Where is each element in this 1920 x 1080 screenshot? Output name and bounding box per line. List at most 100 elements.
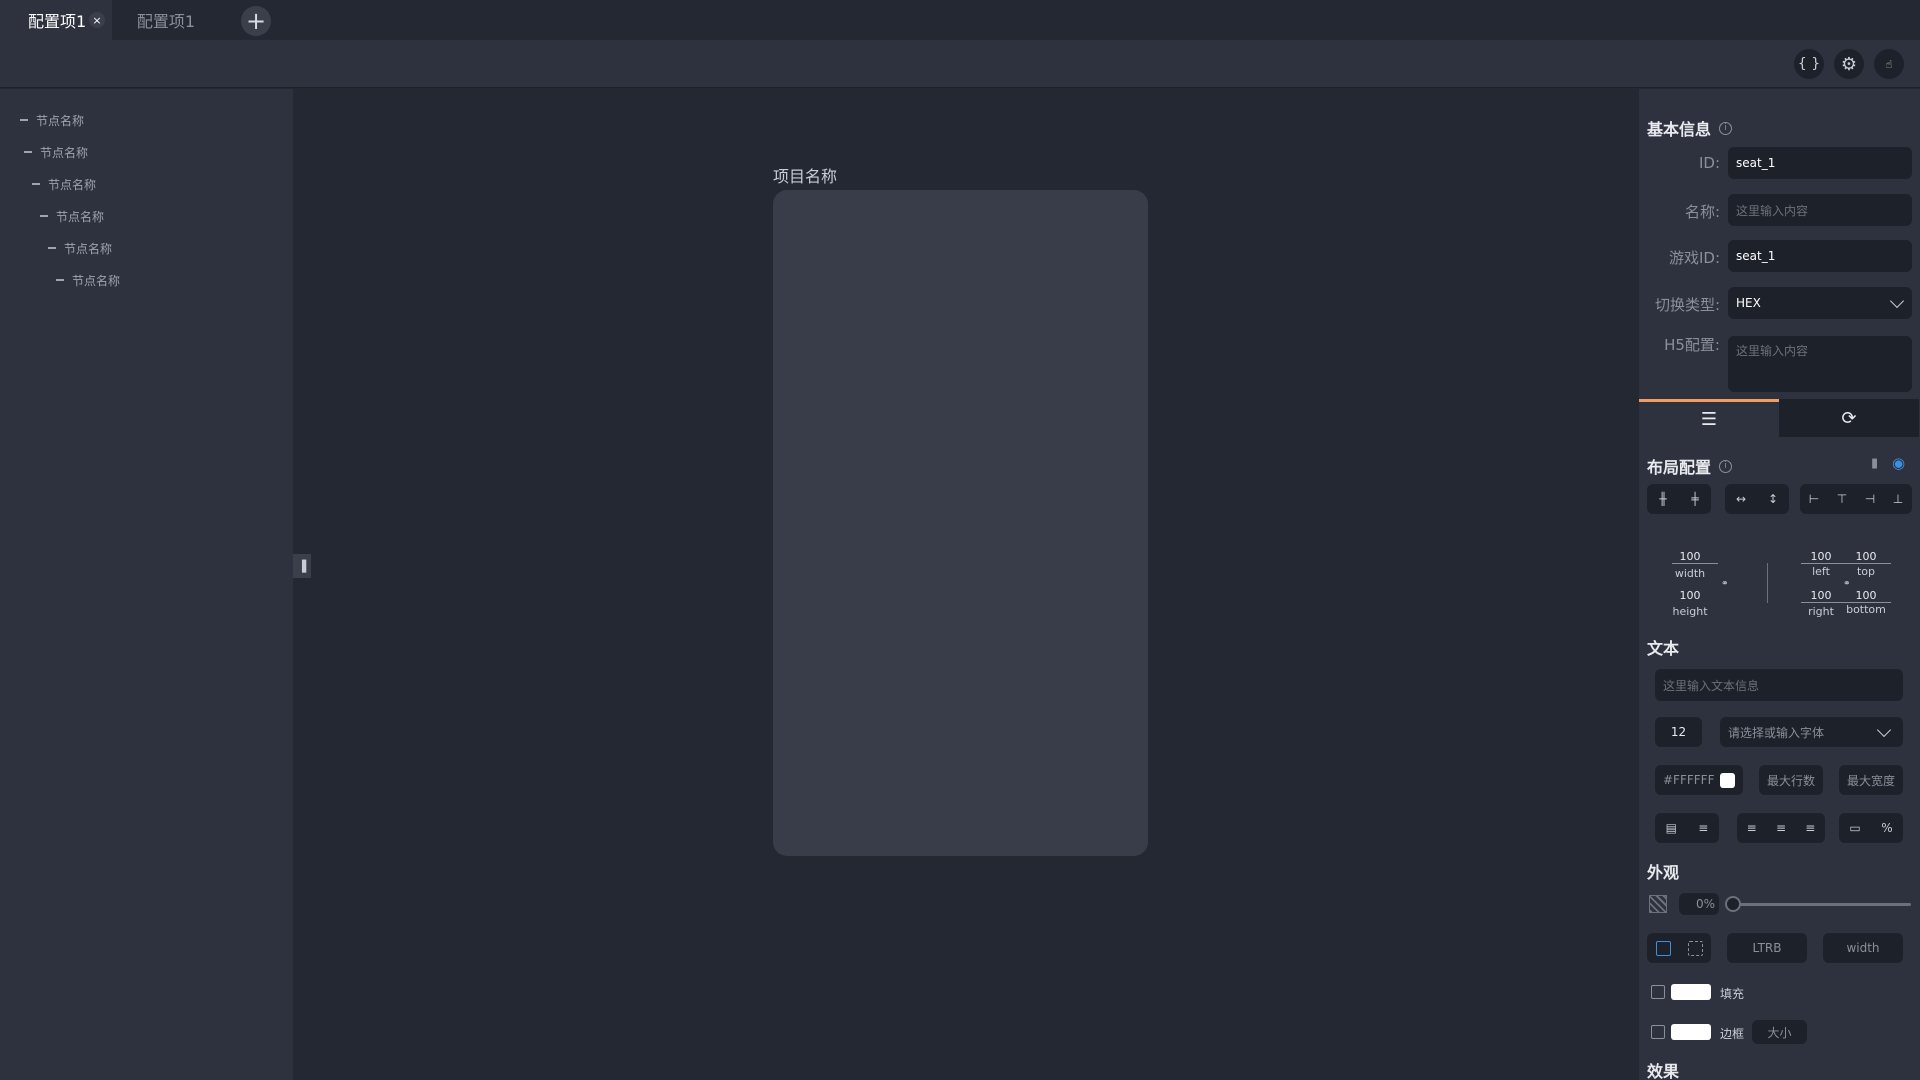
collapse-icon[interactable] xyxy=(32,183,40,185)
panel-toggle-handle[interactable]: ▐ xyxy=(293,554,311,578)
toolbar: { } ⚙ ☝ xyxy=(0,40,1920,88)
height-value[interactable]: 100 xyxy=(1670,589,1710,602)
left-value[interactable]: 100 xyxy=(1801,550,1841,563)
text-format-icon[interactable]: ≡ xyxy=(1698,821,1708,835)
fill-color-swatch[interactable] xyxy=(1671,984,1711,1000)
tree-node[interactable]: 节点名称 xyxy=(20,111,84,129)
link-icon[interactable]: ⚭ xyxy=(1843,579,1851,589)
auto-height-icon[interactable]: ↕ xyxy=(1768,492,1778,506)
color-swatch[interactable] xyxy=(1720,773,1735,788)
game-id-field[interactable]: seat_1 xyxy=(1728,240,1912,272)
opacity-slider-handle[interactable] xyxy=(1725,896,1741,912)
code-view-button[interactable]: { } xyxy=(1794,49,1824,79)
tab-label: 配置项1 xyxy=(136,12,196,31)
text-style-group: ▤ ≡ xyxy=(1655,813,1719,843)
opacity-slider-track[interactable] xyxy=(1727,903,1911,906)
mouse-icon[interactable]: ▮ xyxy=(1871,456,1878,471)
tree-node[interactable]: 节点名称 xyxy=(24,143,88,161)
align-right-text-icon[interactable]: ≡ xyxy=(1805,821,1815,835)
eye-icon[interactable]: ◉ xyxy=(1892,454,1905,472)
font-family-select[interactable]: 请选择或输入字体 xyxy=(1720,717,1903,747)
align-bottom-icon[interactable]: ⊥ xyxy=(1893,492,1903,506)
canvas-frame[interactable] xyxy=(773,190,1148,856)
align-center-horizontal-icon[interactable]: ╪ xyxy=(1691,492,1698,506)
align-top-icon[interactable]: ⊤ xyxy=(1837,492,1847,506)
name-field[interactable]: 这里输入内容 xyxy=(1728,194,1912,226)
decimal-format-icon[interactable]: % xyxy=(1881,821,1892,835)
max-width-field[interactable]: 最大宽度 xyxy=(1839,765,1903,795)
settings-button[interactable]: ⚙ xyxy=(1834,49,1864,79)
panel-tabs: ☰ ⟳ xyxy=(1639,399,1920,437)
text-content-field[interactable]: 这里输入文本信息 xyxy=(1655,669,1903,701)
font-size-field[interactable]: 12 xyxy=(1655,717,1702,747)
h5-config-label: H5配置: xyxy=(1664,336,1720,354)
tree-node[interactable]: 节点名称 xyxy=(48,239,112,257)
info-icon[interactable]: i xyxy=(1719,459,1733,473)
border-mode-group xyxy=(1647,933,1711,963)
number-format-group: ▭ % xyxy=(1839,813,1903,843)
link-icon[interactable]: ⚭ xyxy=(1721,579,1729,589)
divider-line xyxy=(1672,563,1718,564)
collapse-icon[interactable] xyxy=(20,119,28,121)
switch-type-select[interactable]: HEX xyxy=(1728,287,1912,319)
tree-node-label: 节点名称 xyxy=(64,241,113,256)
tab-style[interactable]: ☰ xyxy=(1639,399,1779,437)
ltrb-button[interactable]: LTRB xyxy=(1727,933,1807,963)
info-icon[interactable]: i xyxy=(1719,121,1733,135)
collapse-icon[interactable] xyxy=(56,279,64,281)
tree-node-label: 节点名称 xyxy=(48,177,97,192)
text-color-value: #FFFFFF xyxy=(1663,773,1715,787)
id-label: ID: xyxy=(1698,154,1720,172)
border-solid-icon[interactable] xyxy=(1655,940,1671,956)
close-icon[interactable]: × xyxy=(89,12,105,28)
left-label: left xyxy=(1812,565,1830,578)
border-size-field[interactable]: 大小 xyxy=(1752,1020,1807,1044)
max-lines-field[interactable]: 最大行数 xyxy=(1759,765,1823,795)
align-left-icon[interactable]: ⊢ xyxy=(1809,492,1819,506)
h5-config-field[interactable]: 这里输入内容 xyxy=(1728,336,1912,392)
align-center-text-icon[interactable]: ≡ xyxy=(1776,821,1786,835)
section-title-text: 外观 xyxy=(1647,863,1680,882)
section-title-text: 布局配置 xyxy=(1647,458,1712,477)
right-value[interactable]: 100 xyxy=(1801,589,1841,602)
border-color-swatch[interactable] xyxy=(1671,1024,1711,1040)
collapse-icon[interactable] xyxy=(40,215,48,217)
align-center-vertical-icon[interactable]: ╫ xyxy=(1659,492,1666,506)
align-left-text-icon[interactable]: ≡ xyxy=(1747,821,1757,835)
add-tab-button[interactable]: + xyxy=(241,6,271,36)
collapse-icon[interactable] xyxy=(48,247,56,249)
tab-sync[interactable]: ⟳ xyxy=(1779,399,1919,437)
id-field[interactable]: seat_1 xyxy=(1728,147,1912,179)
collapse-icon[interactable] xyxy=(24,151,32,153)
tab-config-1-active[interactable]: 配置项1 × xyxy=(0,0,112,40)
tree-node[interactable]: 节点名称 xyxy=(56,271,120,289)
border-corners-icon[interactable] xyxy=(1687,940,1703,956)
bottom-label: bottom xyxy=(1846,603,1886,616)
border-checkbox[interactable] xyxy=(1651,1025,1665,1039)
border-label: 边框 xyxy=(1720,1027,1745,1041)
number-icon[interactable]: ▭ xyxy=(1849,821,1860,835)
tree-node[interactable]: 节点名称 xyxy=(40,207,104,225)
appearance-section-title: 外观 xyxy=(1647,859,1679,883)
section-title-text: 基本信息 xyxy=(1647,120,1712,139)
tab-config-1[interactable]: 配置项1 xyxy=(112,0,220,40)
opacity-field[interactable]: 0% xyxy=(1679,893,1719,915)
text-color-field[interactable]: #FFFFFF xyxy=(1655,765,1743,795)
tree-node-label: 节点名称 xyxy=(40,145,89,160)
tree-node-label: 节点名称 xyxy=(72,273,121,288)
pointer-button[interactable]: ☝ xyxy=(1874,49,1904,79)
auto-width-icon[interactable]: ↔ xyxy=(1736,492,1746,506)
divider-line xyxy=(1767,563,1768,603)
align-right-icon[interactable]: ⊣ xyxy=(1865,492,1875,506)
tree-node[interactable]: 节点名称 xyxy=(32,175,96,193)
width-value[interactable]: 100 xyxy=(1670,550,1710,563)
switch-type-value: HEX xyxy=(1736,296,1761,310)
border-width-field[interactable]: width xyxy=(1823,933,1903,963)
chevron-down-icon xyxy=(1889,293,1905,309)
text-fill-icon[interactable]: ▤ xyxy=(1666,821,1677,835)
fill-checkbox[interactable] xyxy=(1651,985,1665,999)
bottom-value[interactable]: 100 xyxy=(1846,589,1886,602)
top-value[interactable]: 100 xyxy=(1846,550,1886,563)
right-label: right xyxy=(1808,605,1834,618)
height-label: height xyxy=(1672,605,1708,618)
